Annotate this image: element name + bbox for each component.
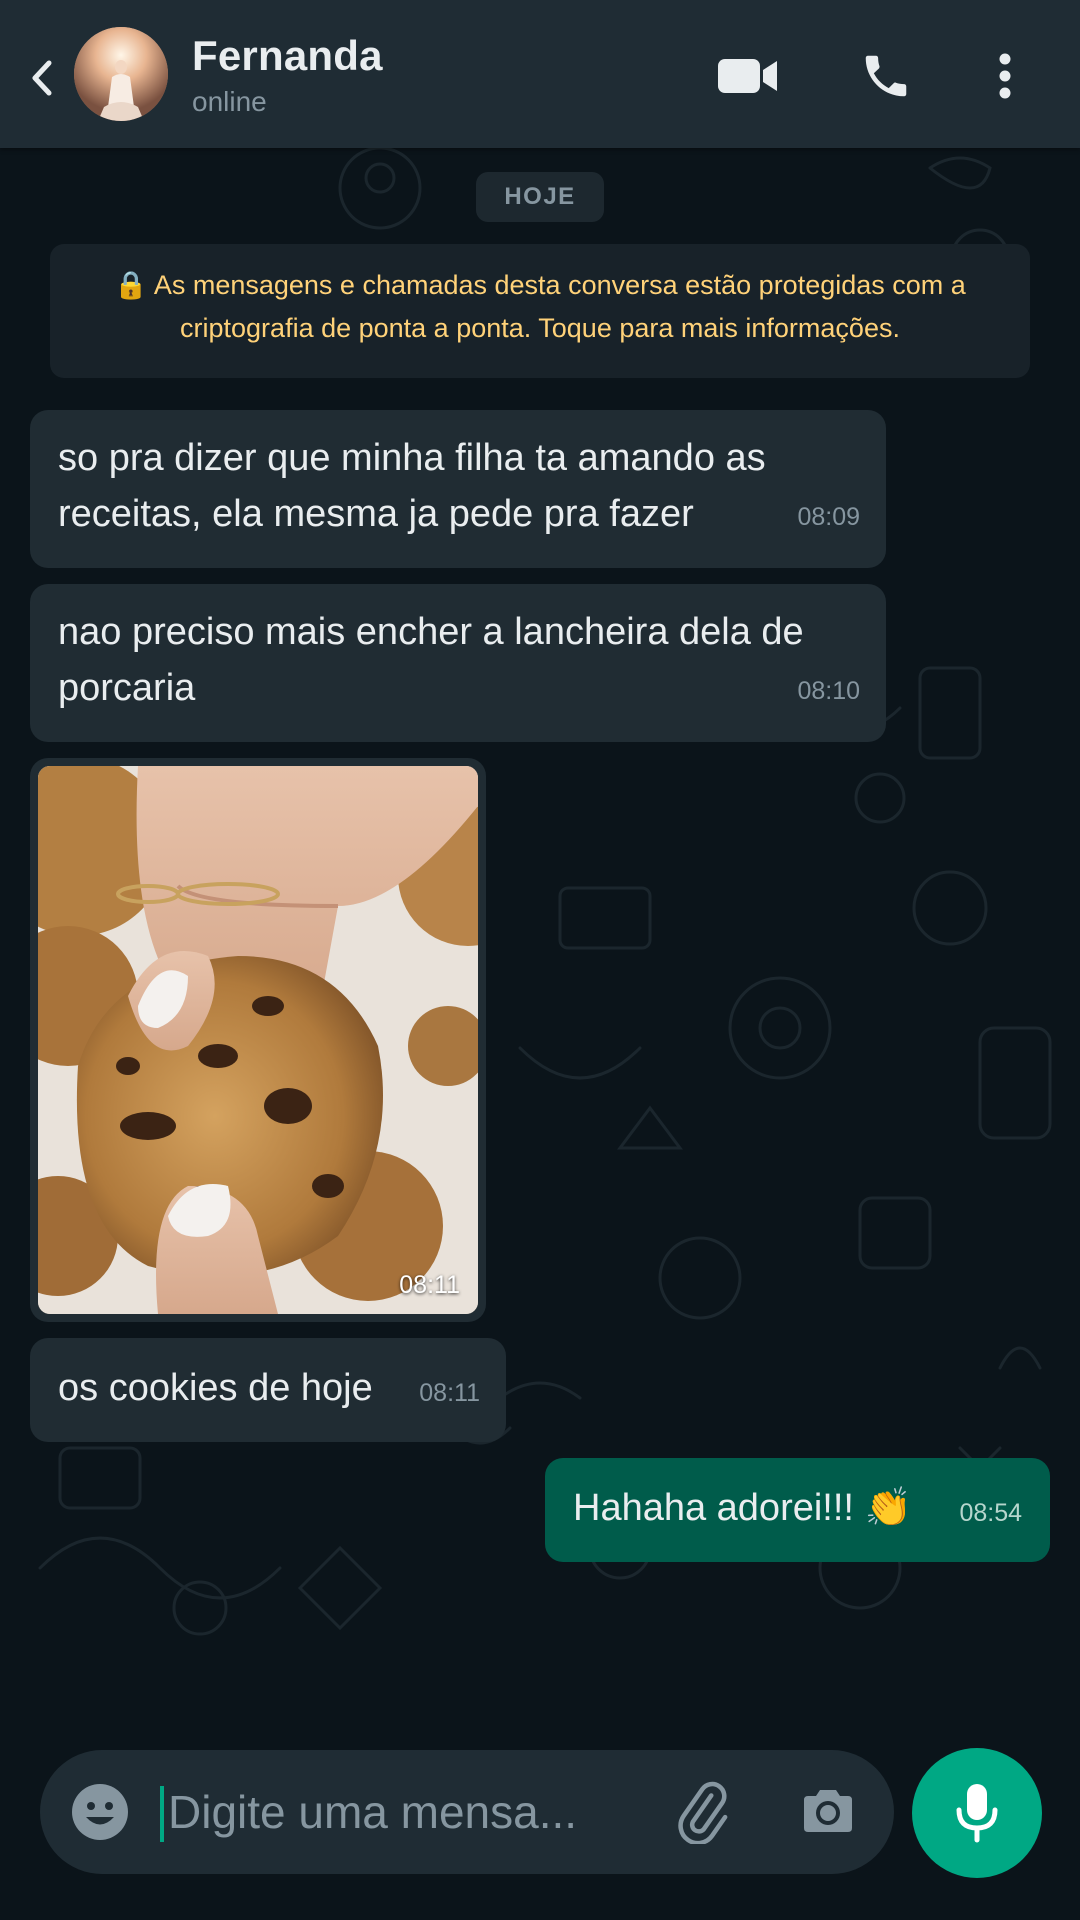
date-chip: HOJE	[476, 172, 604, 222]
camera-icon	[804, 1790, 852, 1832]
camera-button[interactable]	[798, 1782, 858, 1842]
attach-button[interactable]	[670, 1780, 734, 1846]
message-text: nao preciso mais encher a lancheira dela…	[58, 611, 804, 709]
message-text: so pra dizer que minha filha ta amando a…	[58, 437, 766, 535]
input-bar	[0, 1700, 1080, 1920]
video-call-button[interactable]	[716, 46, 780, 106]
contact-status: online	[192, 86, 267, 117]
back-button[interactable]	[24, 50, 60, 106]
video-camera-icon	[718, 59, 777, 93]
more-options-button[interactable]	[990, 46, 1020, 106]
message-composer[interactable]	[40, 1750, 894, 1874]
message-bubble-incoming[interactable]: os cookies de hoje 08:11	[30, 1338, 506, 1442]
message-text: os cookies de hoje	[58, 1367, 373, 1409]
message-time: 08:10	[797, 677, 860, 705]
message-time: 08:11	[419, 1379, 480, 1407]
cookie-photo[interactable]	[38, 766, 478, 1314]
contact-name[interactable]: Fernanda	[192, 32, 383, 80]
phone-icon	[865, 55, 907, 97]
paperclip-icon	[678, 1781, 728, 1846]
lock-icon: 🔒	[114, 270, 148, 300]
message-text: Hahaha adorei!!! 👏	[573, 1487, 912, 1529]
message-time: 08:54	[959, 1499, 1022, 1527]
microphone-icon	[956, 1784, 998, 1843]
message-input[interactable]	[168, 1780, 668, 1844]
more-vertical-icon	[999, 53, 1011, 99]
voice-call-button[interactable]	[856, 46, 916, 106]
message-bubble-incoming[interactable]: so pra dizer que minha filha ta amando a…	[30, 410, 886, 568]
chevron-left-icon	[32, 60, 52, 96]
text-caret	[160, 1786, 164, 1842]
message-bubble-incoming[interactable]: nao preciso mais encher a lancheira dela…	[30, 584, 886, 742]
message-time: 08:11	[399, 1271, 460, 1299]
chat-header: Fernanda online	[0, 0, 1080, 148]
image-message-bubble[interactable]: 08:11	[30, 758, 486, 1322]
contact-avatar[interactable]	[74, 27, 168, 121]
emoji-button[interactable]	[70, 1782, 130, 1842]
emoji-icon	[72, 1784, 128, 1840]
voice-message-button[interactable]	[912, 1748, 1042, 1878]
encryption-notice[interactable]: 🔒 As mensagens e chamadas desta conversa …	[50, 244, 1030, 378]
message-list[interactable]: HOJE 🔒 As mensagens e chamadas desta conv…	[0, 148, 1080, 1700]
message-bubble-outgoing[interactable]: Hahaha adorei!!! 👏 08:54	[545, 1458, 1050, 1562]
encryption-notice-text: As mensagens e chamadas desta conversa e…	[153, 270, 966, 343]
message-time: 08:09	[797, 503, 860, 531]
